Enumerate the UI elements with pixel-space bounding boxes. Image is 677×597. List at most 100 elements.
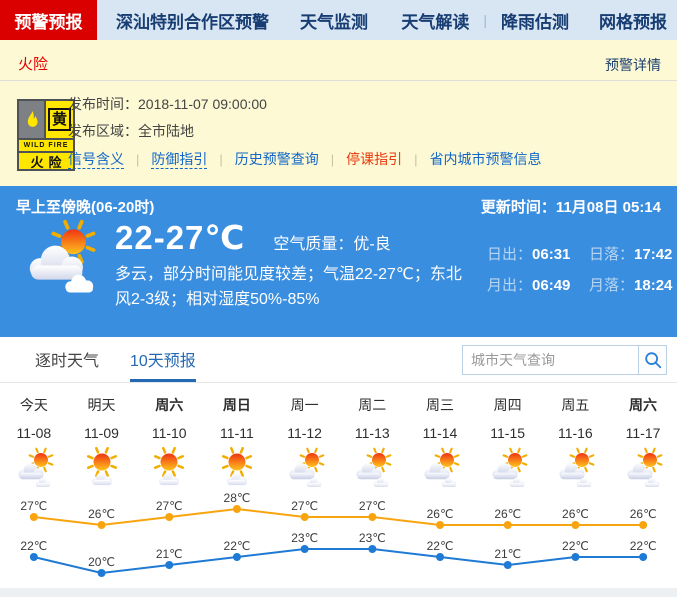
day-date: 11-16 (542, 424, 610, 442)
day-date: 11-13 (338, 424, 406, 442)
warning-tab-bar: 火险 预警详情 (0, 40, 677, 81)
forecast-day-column[interactable]: 周六 11-17 (609, 396, 677, 496)
svg-text:26℃: 26℃ (562, 507, 589, 521)
day-label: 周六 (135, 396, 203, 414)
nav-gap (569, 0, 599, 40)
warning-link[interactable]: 信号含义 (68, 151, 124, 169)
svg-text:22℃: 22℃ (562, 539, 589, 553)
nav-item-rain-estimate[interactable]: 降雨估测 (501, 0, 569, 40)
footer-strip (0, 588, 677, 597)
sun-moon-times: 日出：06:31 日落：17:42 月出：06:49 月落：18:24 (487, 243, 677, 305)
day-date: 11-17 (609, 424, 677, 442)
day-label: 周日 (203, 396, 271, 414)
current-weather-panel: 早上至傍晚(06-20时) 更新时间：11月08日 05:14 22-27℃ 空… (0, 186, 677, 337)
forecast-day-column[interactable]: 周二 11-13 (338, 396, 406, 496)
search-icon (643, 350, 663, 370)
forecast-day-column[interactable]: 周六 11-10 (135, 396, 203, 496)
day-label: 周四 (474, 396, 542, 414)
link-separator: | (414, 152, 417, 167)
nav-item-weather-monitor[interactable]: 天气监测 (300, 0, 368, 40)
update-time: 更新时间：11月08日 05:14 (481, 196, 661, 217)
update-time-value: 11月08日 05:14 (556, 199, 661, 216)
day-label: 周三 (406, 396, 474, 414)
warning-info: 发布时间：2018-11-07 09:00:00 发布区域：全市陆地 信号含义 |… (68, 95, 542, 169)
forecast-period-label: 早上至傍晚(06-20时) (16, 196, 154, 217)
current-weather-icon (14, 216, 110, 307)
day-label: 明天 (68, 396, 136, 414)
update-time-label: 更新时间： (481, 199, 556, 216)
moonset-time: 月落：18:24 (589, 274, 677, 295)
nav-separator: | (483, 0, 487, 40)
forecast-day-column[interactable]: 今天 11-08 (0, 396, 68, 496)
nav-item-shenshan-warning[interactable]: 深汕特别合作区预警 (116, 0, 269, 40)
top-nav-right: 天气解读 | 降雨估测 网格预报 (401, 0, 677, 40)
day-label: 周二 (338, 396, 406, 414)
forecast-day-column[interactable]: 周三 11-14 (406, 396, 474, 496)
day-label: 今天 (0, 396, 68, 414)
publish-time-value: 2018-11-07 09:00:00 (138, 96, 267, 112)
forecast-tab-bar: 逐时天气 10天预报 (0, 337, 677, 383)
forecast-day-column[interactable]: 周五 11-16 (542, 396, 610, 496)
day-date: 11-10 (135, 424, 203, 442)
forecast-day-column[interactable]: 周一 11-12 (271, 396, 339, 496)
svg-text:27℃: 27℃ (20, 499, 47, 513)
publish-area-row: 发布区域：全市陆地 (68, 122, 542, 140)
svg-text:23℃: 23℃ (291, 531, 318, 545)
city-search-input[interactable] (463, 346, 638, 374)
day-label: 周一 (271, 396, 339, 414)
day-date: 11-11 (203, 424, 271, 442)
day-date: 11-14 (406, 424, 474, 442)
day-date: 11-12 (271, 424, 339, 442)
warning-links: 信号含义|防御指引|历史预警查询|停课指引|省内城市预警信息 (68, 150, 542, 169)
svg-text:27℃: 27℃ (156, 499, 183, 513)
temp-range: 22-27℃ (115, 218, 245, 257)
forecast-day-column[interactable]: 周日 11-11 (203, 396, 271, 496)
svg-text:26℃: 26℃ (494, 507, 521, 521)
city-search-box (462, 345, 667, 375)
warning-detail-link[interactable]: 预警详情 (605, 55, 661, 75)
svg-text:26℃: 26℃ (88, 507, 115, 521)
publish-area-value: 全市陆地 (138, 123, 194, 139)
warning-link[interactable]: 防御指引 (151, 151, 207, 169)
svg-text:21℃: 21℃ (156, 547, 183, 561)
nav-item-warning-forecast[interactable]: 预警预报 (0, 0, 97, 40)
sunrise-time: 日出：06:31 (487, 243, 587, 264)
forecast-day-column[interactable]: 明天 11-09 (68, 396, 136, 496)
svg-text:27℃: 27℃ (359, 499, 386, 513)
warning-link[interactable]: 历史预警查询 (235, 151, 319, 167)
tab-hourly-weather[interactable]: 逐时天气 (35, 337, 99, 382)
warning-link[interactable]: 停课指引 (346, 151, 402, 167)
search-button[interactable] (638, 346, 666, 374)
svg-text:26℃: 26℃ (630, 507, 657, 521)
svg-text:22℃: 22℃ (427, 539, 454, 553)
tab-ten-day-forecast[interactable]: 10天预报 (130, 337, 196, 382)
publish-area-label: 发布区域： (68, 123, 138, 139)
svg-text:26℃: 26℃ (427, 507, 454, 521)
link-separator: | (331, 152, 334, 167)
svg-text:21℃: 21℃ (494, 547, 521, 561)
tab-fire-risk[interactable]: 火险 (18, 53, 48, 84)
weather-page: 预警预报 深汕特别合作区预警 天气监测 天气解读 | 降雨估测 网格预报 火险 … (0, 0, 677, 597)
forecast-day-column[interactable]: 周四 11-15 (474, 396, 542, 496)
day-label: 周五 (542, 396, 610, 414)
day-label: 周六 (609, 396, 677, 414)
top-nav: 预警预报 深汕特别合作区预警 天气监测 天气解读 | 降雨估测 网格预报 (0, 0, 677, 40)
temp-chart: 27℃26℃27℃28℃27℃27℃26℃26℃26℃26℃22℃20℃21℃2… (0, 486, 677, 590)
nav-item-grid-forecast[interactable]: 网格预报 (599, 0, 667, 40)
publish-time-label: 发布时间： (68, 96, 138, 112)
svg-text:28℃: 28℃ (224, 491, 251, 505)
day-date: 11-08 (0, 424, 68, 442)
publish-time-row: 发布时间：2018-11-07 09:00:00 (68, 95, 542, 113)
fire-warning-panel: 黄 WILD FIRE 火险 发布时间：2018-11-07 09:00:00 … (0, 81, 677, 186)
air-quality-label: 空气质量： (273, 236, 353, 253)
day-date: 11-09 (68, 424, 136, 442)
nav-item-weather-interpretation[interactable]: 天气解读 (401, 0, 469, 40)
sunset-time: 日落：17:42 (589, 243, 677, 264)
svg-text:23℃: 23℃ (359, 531, 386, 545)
fire-warning-badge: 黄 WILD FIRE 火险 (17, 99, 75, 171)
forecast-columns: 今天 11-08 明天 11-09 周六 11-10 周日 11-11 周一 1… (0, 383, 677, 496)
svg-text:22℃: 22℃ (224, 539, 251, 553)
warning-link[interactable]: 省内城市预警信息 (430, 151, 542, 167)
link-separator: | (136, 152, 139, 167)
badge-type-text: 火险 (19, 153, 73, 169)
